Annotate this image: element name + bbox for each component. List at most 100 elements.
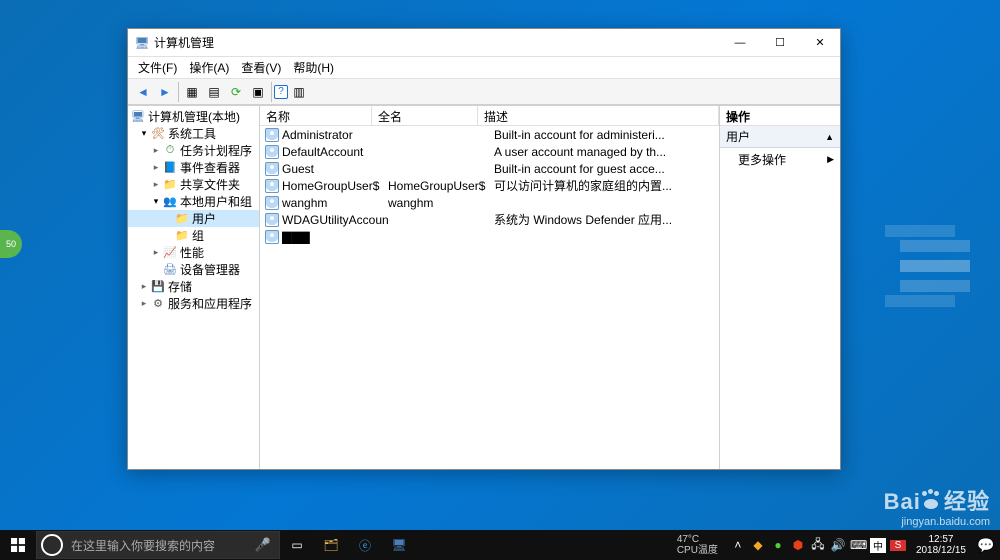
search-box[interactable]: 在这里输入你要搜索的内容 🎤	[36, 531, 280, 559]
folder-icon: 📁	[174, 211, 190, 227]
twisty-icon[interactable]: ▸	[150, 162, 162, 173]
tree-label: 存储	[168, 278, 192, 295]
tray-network-icon[interactable]: 🖧	[810, 535, 826, 556]
list-row[interactable]: wanghmwanghm	[260, 194, 719, 211]
cell-desc: Built-in account for guest acce...	[494, 162, 719, 176]
tray-icon-1[interactable]: ◆	[750, 538, 766, 552]
maximize-button[interactable]: ☐	[760, 29, 800, 57]
tray-volume-icon[interactable]: 🔊	[830, 538, 846, 552]
list-body[interactable]: AdministratorBuilt-in account for admini…	[260, 126, 719, 469]
list-row[interactable]: ▇▇▇	[260, 228, 719, 245]
tree-item[interactable]: ▾👥本地用户和组	[128, 193, 259, 210]
menu-help[interactable]: 帮助(H)	[287, 57, 340, 78]
computer-icon: 🖥	[130, 109, 146, 125]
app-icon: 🖥	[134, 35, 150, 51]
toolbar-btn-2[interactable]: ▤	[203, 81, 225, 103]
forward-button[interactable]: ►	[154, 81, 176, 103]
tray-ime2-icon[interactable]: S	[890, 540, 906, 551]
twisty-icon[interactable]: ▸	[138, 281, 150, 292]
action-center-button[interactable]: 💬	[972, 537, 1000, 554]
tree-item[interactable]: ▸⚙服务和应用程序	[128, 295, 259, 312]
cortana-icon	[41, 534, 63, 556]
cell-name: WDAGUtilityAccount	[282, 213, 388, 227]
close-button[interactable]: ✕	[800, 29, 840, 57]
col-fullname[interactable]: 全名	[372, 106, 478, 125]
temp-widget[interactable]: 47°C CPU温度	[669, 534, 726, 556]
tree-item[interactable]: 🖨设备管理器	[128, 261, 259, 278]
tree-item[interactable]: ▸📁共享文件夹	[128, 176, 259, 193]
book-icon: 📘	[162, 160, 178, 176]
toolbar-btn-1[interactable]: ▦	[181, 81, 203, 103]
toolbar-sep	[178, 82, 179, 102]
tree-item[interactable]: 📁用户	[128, 210, 259, 227]
temp-label: CPU温度	[677, 545, 718, 556]
taskbar-app-1[interactable]: 🗂	[314, 530, 348, 560]
action-more[interactable]: 更多操作 ▶	[720, 148, 840, 171]
cell-fullname: wanghm	[388, 196, 494, 210]
action-group[interactable]: 用户 ▲	[720, 126, 840, 148]
system-tray[interactable]: ˄ ◆ ● ⬢ 🖧 🔊 ⌨ 中 S	[726, 535, 910, 556]
list-row[interactable]: GuestBuilt-in account for guest acce...	[260, 160, 719, 177]
list-row[interactable]: DefaultAccountA user account managed by …	[260, 143, 719, 160]
col-name[interactable]: 名称	[260, 106, 372, 125]
col-desc[interactable]: 描述	[478, 106, 719, 125]
twisty-icon[interactable]: ▾	[138, 128, 150, 139]
twisty-icon[interactable]: ▸	[138, 298, 150, 309]
tree-item[interactable]: 📁组	[128, 227, 259, 244]
mic-icon[interactable]: 🎤	[255, 537, 271, 553]
chevron-right-icon: ▶	[827, 154, 834, 165]
clock[interactable]: 12:57 2018/12/15	[910, 534, 972, 556]
user-icon	[264, 229, 280, 245]
tray-keyboard-icon[interactable]: ⌨	[850, 538, 866, 552]
list-row[interactable]: HomeGroupUser$HomeGroupUser$可以访问计算机的家庭组的…	[260, 177, 719, 194]
tree-pane[interactable]: 🖥 计算机管理(本地) ▾🛠系统工具▸⏱任务计划程序▸📘事件查看器▸📁共享文件夹…	[128, 106, 260, 469]
tray-up-icon[interactable]: ˄	[730, 538, 746, 552]
menu-file[interactable]: 文件(F)	[132, 57, 183, 78]
clock-icon: ⏱	[162, 143, 178, 159]
tree-item[interactable]: ▸⏱任务计划程序	[128, 142, 259, 159]
list-row[interactable]: WDAGUtilityAccount 系统为 Windows Defender 应…	[260, 211, 719, 228]
list-row[interactable]: AdministratorBuilt-in account for admini…	[260, 126, 719, 143]
cell-name: DefaultAccount	[282, 145, 388, 159]
taskbar-ie[interactable]: ⓔ	[348, 530, 382, 560]
computer-mgmt-window: 🖥 计算机管理 — ☐ ✕ 文件(F) 操作(A) 查看(V) 帮助(H) ◄ …	[127, 28, 841, 470]
menu-action[interactable]: 操作(A)	[183, 57, 235, 78]
cell-name: Administrator	[282, 128, 388, 142]
refresh-button[interactable]: ⟳	[225, 81, 247, 103]
taskbar[interactable]: 在这里输入你要搜索的内容 🎤 ▭ 🗂 ⓔ 🖥 47°C CPU温度 ˄ ◆ ● …	[0, 530, 1000, 560]
tray-ime-icon[interactable]: 中	[870, 538, 886, 553]
clock-date: 2018/12/15	[916, 545, 966, 556]
tree-item[interactable]: ▾🛠系统工具	[128, 125, 259, 142]
tree-label: 任务计划程序	[180, 142, 252, 159]
twisty-icon[interactable]: ▸	[150, 145, 162, 156]
search-placeholder: 在这里输入你要搜索的内容	[71, 537, 215, 554]
tree-label: 用户	[192, 210, 216, 227]
help-button[interactable]: ?	[274, 85, 288, 99]
tree-item[interactable]: ▸💾存储	[128, 278, 259, 295]
cell-name: wanghm	[282, 196, 388, 210]
tray-icon-3[interactable]: ⬢	[790, 538, 806, 552]
start-button[interactable]	[0, 530, 36, 560]
export-button[interactable]: ▣	[247, 81, 269, 103]
tree-item[interactable]: ▸📈性能	[128, 244, 259, 261]
user-icon	[264, 127, 280, 143]
menu-view[interactable]: 查看(V)	[235, 57, 287, 78]
cell-desc: 系统为 Windows Defender 应用...	[494, 211, 719, 228]
taskview-button[interactable]: ▭	[280, 530, 314, 560]
tray-icon-2[interactable]: ●	[770, 538, 786, 552]
toolbar-btn-3[interactable]: ▥	[288, 81, 310, 103]
back-button[interactable]: ◄	[132, 81, 154, 103]
action-pane: 操作 用户 ▲ 更多操作 ▶	[720, 106, 840, 469]
twisty-icon[interactable]: ▸	[150, 247, 162, 258]
tree-root-label: 计算机管理(本地)	[148, 108, 240, 125]
titlebar[interactable]: 🖥 计算机管理 — ☐ ✕	[128, 29, 840, 57]
minimize-button[interactable]: —	[720, 29, 760, 57]
perf-icon: 📈	[162, 245, 178, 261]
taskbar-app-2[interactable]: 🖥	[382, 530, 416, 560]
twisty-icon[interactable]: ▾	[150, 196, 162, 207]
tree-item[interactable]: ▸📘事件查看器	[128, 159, 259, 176]
tree-root[interactable]: 🖥 计算机管理(本地)	[128, 108, 259, 125]
action-group-label: 用户	[726, 128, 750, 145]
twisty-icon[interactable]: ▸	[150, 179, 162, 190]
list-header[interactable]: 名称 全名 描述	[260, 106, 719, 126]
